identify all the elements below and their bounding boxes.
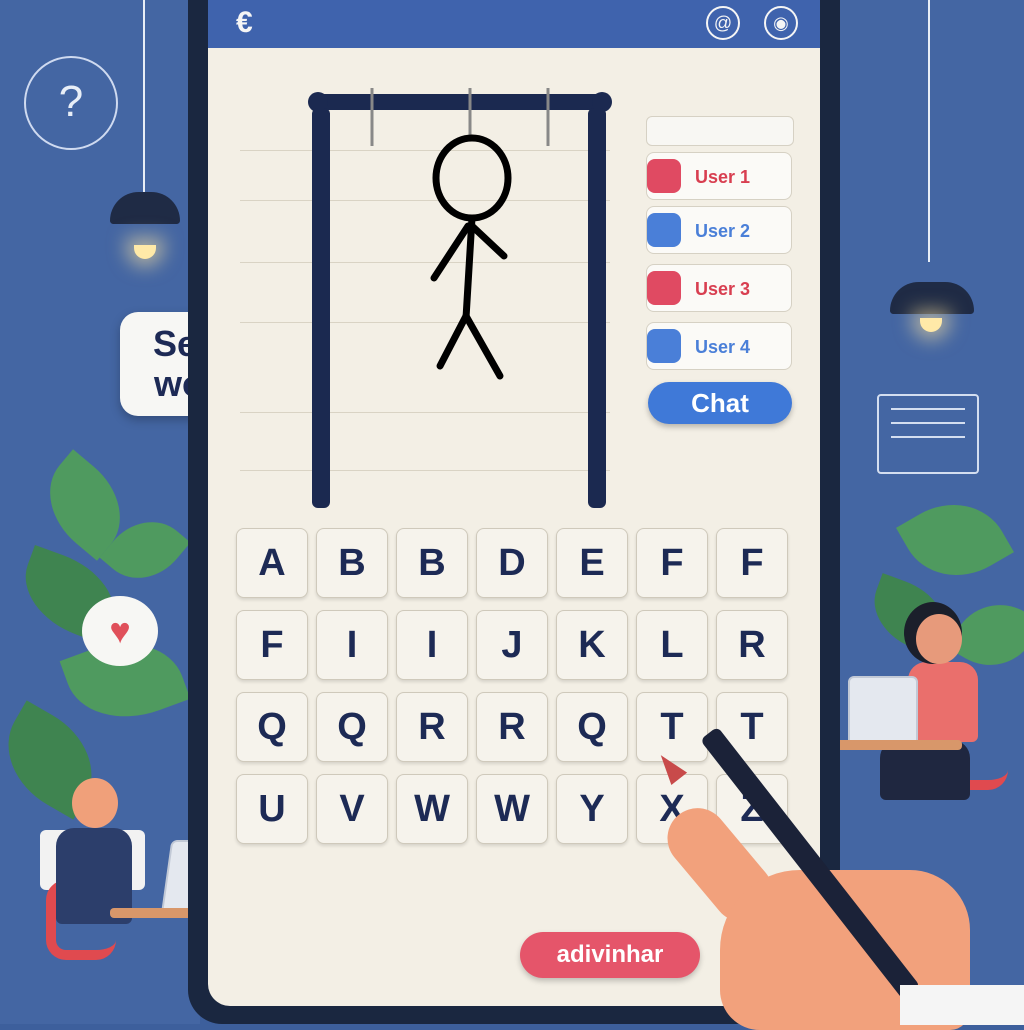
gallows-post-left (312, 108, 330, 508)
key[interactable]: Q (556, 692, 628, 762)
key[interactable]: B (396, 528, 468, 598)
user-avatar-icon (647, 271, 681, 305)
user-avatar-icon (647, 159, 681, 193)
key[interactable]: D (476, 528, 548, 598)
gallows-beam (314, 94, 606, 110)
user-search-bar[interactable] (646, 116, 794, 146)
key[interactable]: W (476, 774, 548, 844)
guess-button[interactable]: adivinhar (520, 932, 700, 978)
key[interactable]: U (236, 774, 308, 844)
key[interactable]: L (636, 610, 708, 680)
key[interactable]: F (236, 610, 308, 680)
key[interactable]: R (396, 692, 468, 762)
key[interactable]: I (396, 610, 468, 680)
key[interactable]: K (556, 610, 628, 680)
help-icon: ? (24, 56, 118, 150)
settings-icon[interactable]: ◉ (764, 6, 798, 40)
key[interactable]: J (476, 610, 548, 680)
back-icon[interactable]: € (236, 6, 253, 40)
note-card-icon (877, 394, 979, 474)
person-man-head (72, 778, 118, 828)
top-bar: € @ ◉ (208, 0, 820, 48)
user-name: User 1 (695, 167, 751, 187)
lamp-icon (890, 282, 974, 314)
user-card-4[interactable]: User 4 (646, 322, 792, 370)
sleeve-cuff (900, 985, 1024, 1025)
figure-arm-right (468, 222, 508, 260)
figure-leg-right (462, 312, 504, 380)
figure-head (432, 134, 512, 222)
key[interactable]: E (556, 528, 628, 598)
hangman-drawing (308, 88, 612, 508)
user-card-2[interactable]: User 2 (646, 206, 792, 254)
figure-leg-left (436, 312, 470, 370)
heart-icon: ♥ (82, 596, 158, 666)
chat-button[interactable]: Chat (648, 382, 792, 424)
key[interactable]: F (716, 528, 788, 598)
user-card-1[interactable]: User 1 (646, 152, 792, 200)
key[interactable]: V (316, 774, 388, 844)
gallows-post-right (588, 108, 606, 508)
at-icon[interactable]: @ (706, 6, 740, 40)
user-card-3[interactable]: User 3 (646, 264, 792, 312)
user-name: User 3 (695, 279, 751, 299)
key[interactable]: B (316, 528, 388, 598)
key[interactable]: R (476, 692, 548, 762)
key[interactable]: Q (236, 692, 308, 762)
lamp-wire (143, 0, 145, 195)
key[interactable]: I (316, 610, 388, 680)
user-name: User 2 (695, 221, 751, 241)
lamp-wire (928, 0, 930, 262)
user-avatar-icon (647, 329, 681, 363)
user-name: User 4 (695, 337, 751, 357)
person-woman-head (916, 614, 962, 664)
laptop-icon (848, 676, 918, 746)
user-avatar-icon (647, 213, 681, 247)
key[interactable]: T (636, 692, 708, 762)
figure-arm-left (430, 222, 472, 282)
key[interactable]: A (236, 528, 308, 598)
key[interactable]: F (636, 528, 708, 598)
person-woman (908, 662, 978, 742)
key[interactable]: W (396, 774, 468, 844)
key[interactable]: Y (556, 774, 628, 844)
key[interactable]: R (716, 610, 788, 680)
key[interactable]: Q (316, 692, 388, 762)
